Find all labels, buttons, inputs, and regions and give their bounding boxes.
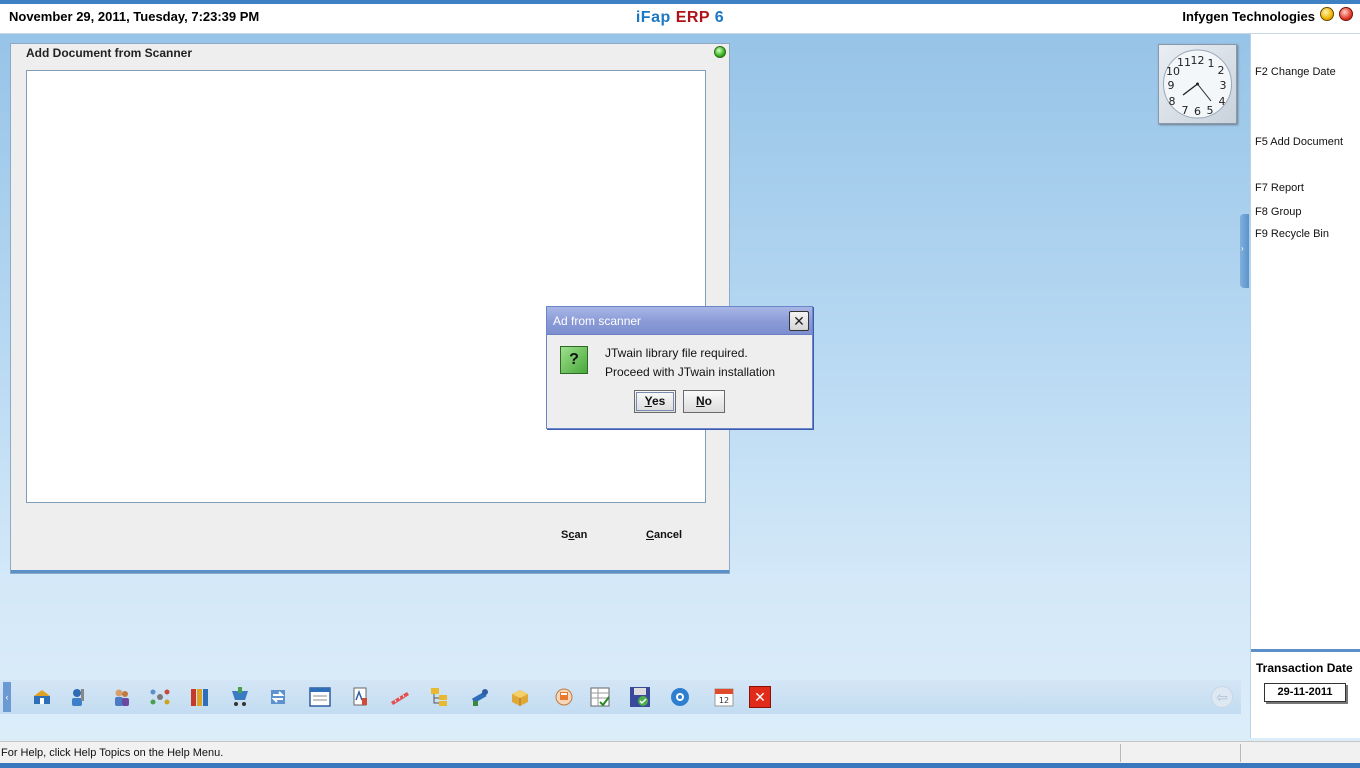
fkey-group[interactable]: F8 Group	[1255, 206, 1301, 218]
fkey-change-date[interactable]: F2 Change Date	[1255, 66, 1336, 78]
no-button[interactable]: No	[683, 390, 725, 413]
yes-label-post: es	[651, 394, 666, 408]
clock-hour-1: 1	[1208, 57, 1215, 70]
dialog-message-line1: JTwain library file required.	[605, 346, 748, 360]
status-bar: For Help, click Help Topics on the Help …	[0, 741, 1360, 763]
module-toolbar: ‹ 12 ✕ ⇦	[0, 680, 1241, 714]
document-icon[interactable]	[349, 686, 371, 708]
no-label-post: o	[704, 394, 712, 408]
clock-hour-6: 6	[1194, 105, 1201, 118]
clock-hour-7: 7	[1182, 104, 1189, 117]
exit-icon[interactable]: ✕	[749, 686, 771, 708]
app-title-ifap: iFap	[635, 9, 671, 26]
scan-button[interactable]: Scan	[561, 529, 587, 541]
yes-button[interactable]: Yes	[634, 390, 676, 413]
window-title: Add Document from Scanner	[26, 46, 193, 60]
transfer-icon[interactable]	[267, 686, 289, 708]
dialog-title-bar[interactable]: Ad from scanner ✕	[547, 307, 812, 335]
cart-icon[interactable]	[229, 686, 251, 708]
settings-icon[interactable]	[669, 686, 691, 708]
tools-icon[interactable]	[469, 686, 491, 708]
clock-hour-12: 12	[1191, 54, 1205, 67]
minimize-app-button[interactable]	[1320, 7, 1334, 21]
fkey-add-document[interactable]: F5 Add Document	[1255, 136, 1343, 148]
app-title-erp: ERP	[675, 9, 710, 26]
spreadsheet-icon[interactable]	[589, 686, 611, 708]
fkey-recycle-bin[interactable]: F9 Recycle Bin	[1255, 228, 1329, 240]
chevron-right-icon: ›	[1241, 244, 1244, 253]
status-separator	[1240, 744, 1241, 762]
analog-clock: 12 1 2 3 4 5 6 7 8 9 10 11	[1158, 44, 1237, 124]
jtwain-dialog: Ad from scanner ✕ ? JTwain library file …	[546, 306, 813, 429]
clock-hour-4: 4	[1219, 95, 1226, 108]
cancel-label-mnemonic: C	[646, 529, 654, 541]
cancel-button[interactable]: Cancel	[646, 529, 682, 541]
folder-tree-icon[interactable]	[429, 686, 451, 708]
window-status-dot-icon[interactable]	[714, 46, 726, 58]
window-icon[interactable]	[309, 686, 331, 708]
close-app-button[interactable]	[1339, 7, 1353, 21]
calendar-icon[interactable]: 12	[713, 686, 735, 708]
save-icon[interactable]	[629, 686, 651, 708]
header-bar: November 29, 2011, Tuesday, 7:23:39 PM i…	[0, 4, 1360, 34]
side-panel-toggle-handle[interactable]: ›	[1240, 214, 1249, 288]
calendar-day: 12	[719, 696, 729, 705]
panel-divider	[1251, 649, 1360, 652]
window-bottom-border	[11, 570, 729, 573]
clock-hour-2: 2	[1218, 64, 1225, 77]
clock-hour-8: 8	[1169, 95, 1176, 108]
fkey-report[interactable]: F7 Report	[1255, 182, 1304, 194]
people-icon[interactable]	[111, 686, 133, 708]
transaction-date-field[interactable]: 29-11-2011	[1264, 683, 1346, 702]
clock-face-icon: 12 1 2 3 4 5 6 7 8 9 10 11	[1163, 49, 1232, 119]
clock-hour-5: 5	[1207, 104, 1214, 117]
transaction-date-label: Transaction Date	[1256, 661, 1353, 675]
scan-label-post: an	[574, 529, 588, 541]
clock-hour-3: 3	[1220, 79, 1227, 92]
cancel-label-post: ancel	[653, 529, 683, 541]
dialog-title: Ad from scanner	[553, 314, 642, 328]
no-label-mnemonic: N	[695, 394, 705, 408]
clock-hour-11: 11	[1177, 56, 1191, 69]
yes-label-mnemonic: Y	[644, 394, 652, 408]
status-help-text: For Help, click Help Topics on the Help …	[1, 747, 224, 759]
scan-preview-area	[26, 70, 706, 503]
books-icon[interactable]	[189, 686, 211, 708]
package-icon[interactable]	[509, 686, 531, 708]
user-tools-icon[interactable]	[67, 686, 89, 708]
function-key-panel: F2 Change Date F5 Add Document F7 Report…	[1250, 34, 1360, 738]
toolbar-collapse-tab[interactable]: ‹	[3, 682, 11, 712]
back-arrow-icon[interactable]: ⇦	[1211, 686, 1233, 708]
dialog-message-line2: Proceed with JTwain installation	[605, 365, 776, 379]
status-separator	[1120, 744, 1121, 762]
company-name: Infygen Technologies	[1182, 9, 1315, 24]
app-title-version: 6	[714, 9, 725, 26]
window-title-bar[interactable]: Add Document from Scanner	[11, 44, 729, 62]
app-title: iFap ERP 6	[0, 9, 1360, 27]
dialog-close-icon[interactable]: ✕	[789, 311, 809, 331]
ruler-icon[interactable]	[389, 686, 411, 708]
clock-hour-9: 9	[1168, 79, 1175, 92]
bottom-accent-line	[0, 763, 1360, 768]
modules-icon[interactable]	[31, 686, 53, 708]
calculator-hand-icon[interactable]	[553, 686, 575, 708]
network-icon[interactable]	[149, 686, 171, 708]
question-icon: ?	[560, 346, 588, 374]
